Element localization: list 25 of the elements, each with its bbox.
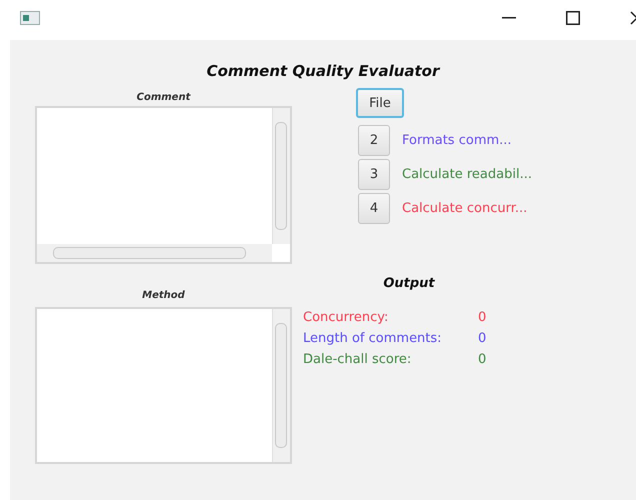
vertical-scrollbar[interactable] xyxy=(272,309,290,462)
method-field[interactable] xyxy=(35,307,292,464)
step-description: Calculate readabil... xyxy=(402,167,532,182)
horizontal-scrollbar[interactable] xyxy=(37,244,272,262)
minimize-icon[interactable] xyxy=(502,17,516,19)
output-value: 0 xyxy=(478,331,486,346)
step-button[interactable]: 3 xyxy=(358,159,390,190)
step-button[interactable]: 2 xyxy=(358,125,390,156)
file-button[interactable]: File xyxy=(356,88,404,118)
output-title: Output xyxy=(382,276,436,291)
step-button[interactable]: 4 xyxy=(358,193,390,224)
app-icon xyxy=(20,11,40,25)
app-title: Comment Quality Evaluator xyxy=(206,62,442,80)
vertical-scrollbar[interactable] xyxy=(272,108,290,244)
maximize-icon[interactable] xyxy=(566,11,580,25)
output-value: 0 xyxy=(478,310,486,325)
output-label: Dale-chall score: xyxy=(303,352,412,367)
comment-field[interactable] xyxy=(35,106,292,264)
output-value: 0 xyxy=(478,352,486,367)
step-description: Calculate concurr... xyxy=(402,201,528,216)
output-label: Concurrency: xyxy=(303,310,390,325)
comment-label: Comment xyxy=(136,92,192,103)
step-description: Formats comm... xyxy=(402,133,512,148)
method-label: Method xyxy=(141,290,186,301)
output-label: Length of comments: xyxy=(303,331,443,346)
